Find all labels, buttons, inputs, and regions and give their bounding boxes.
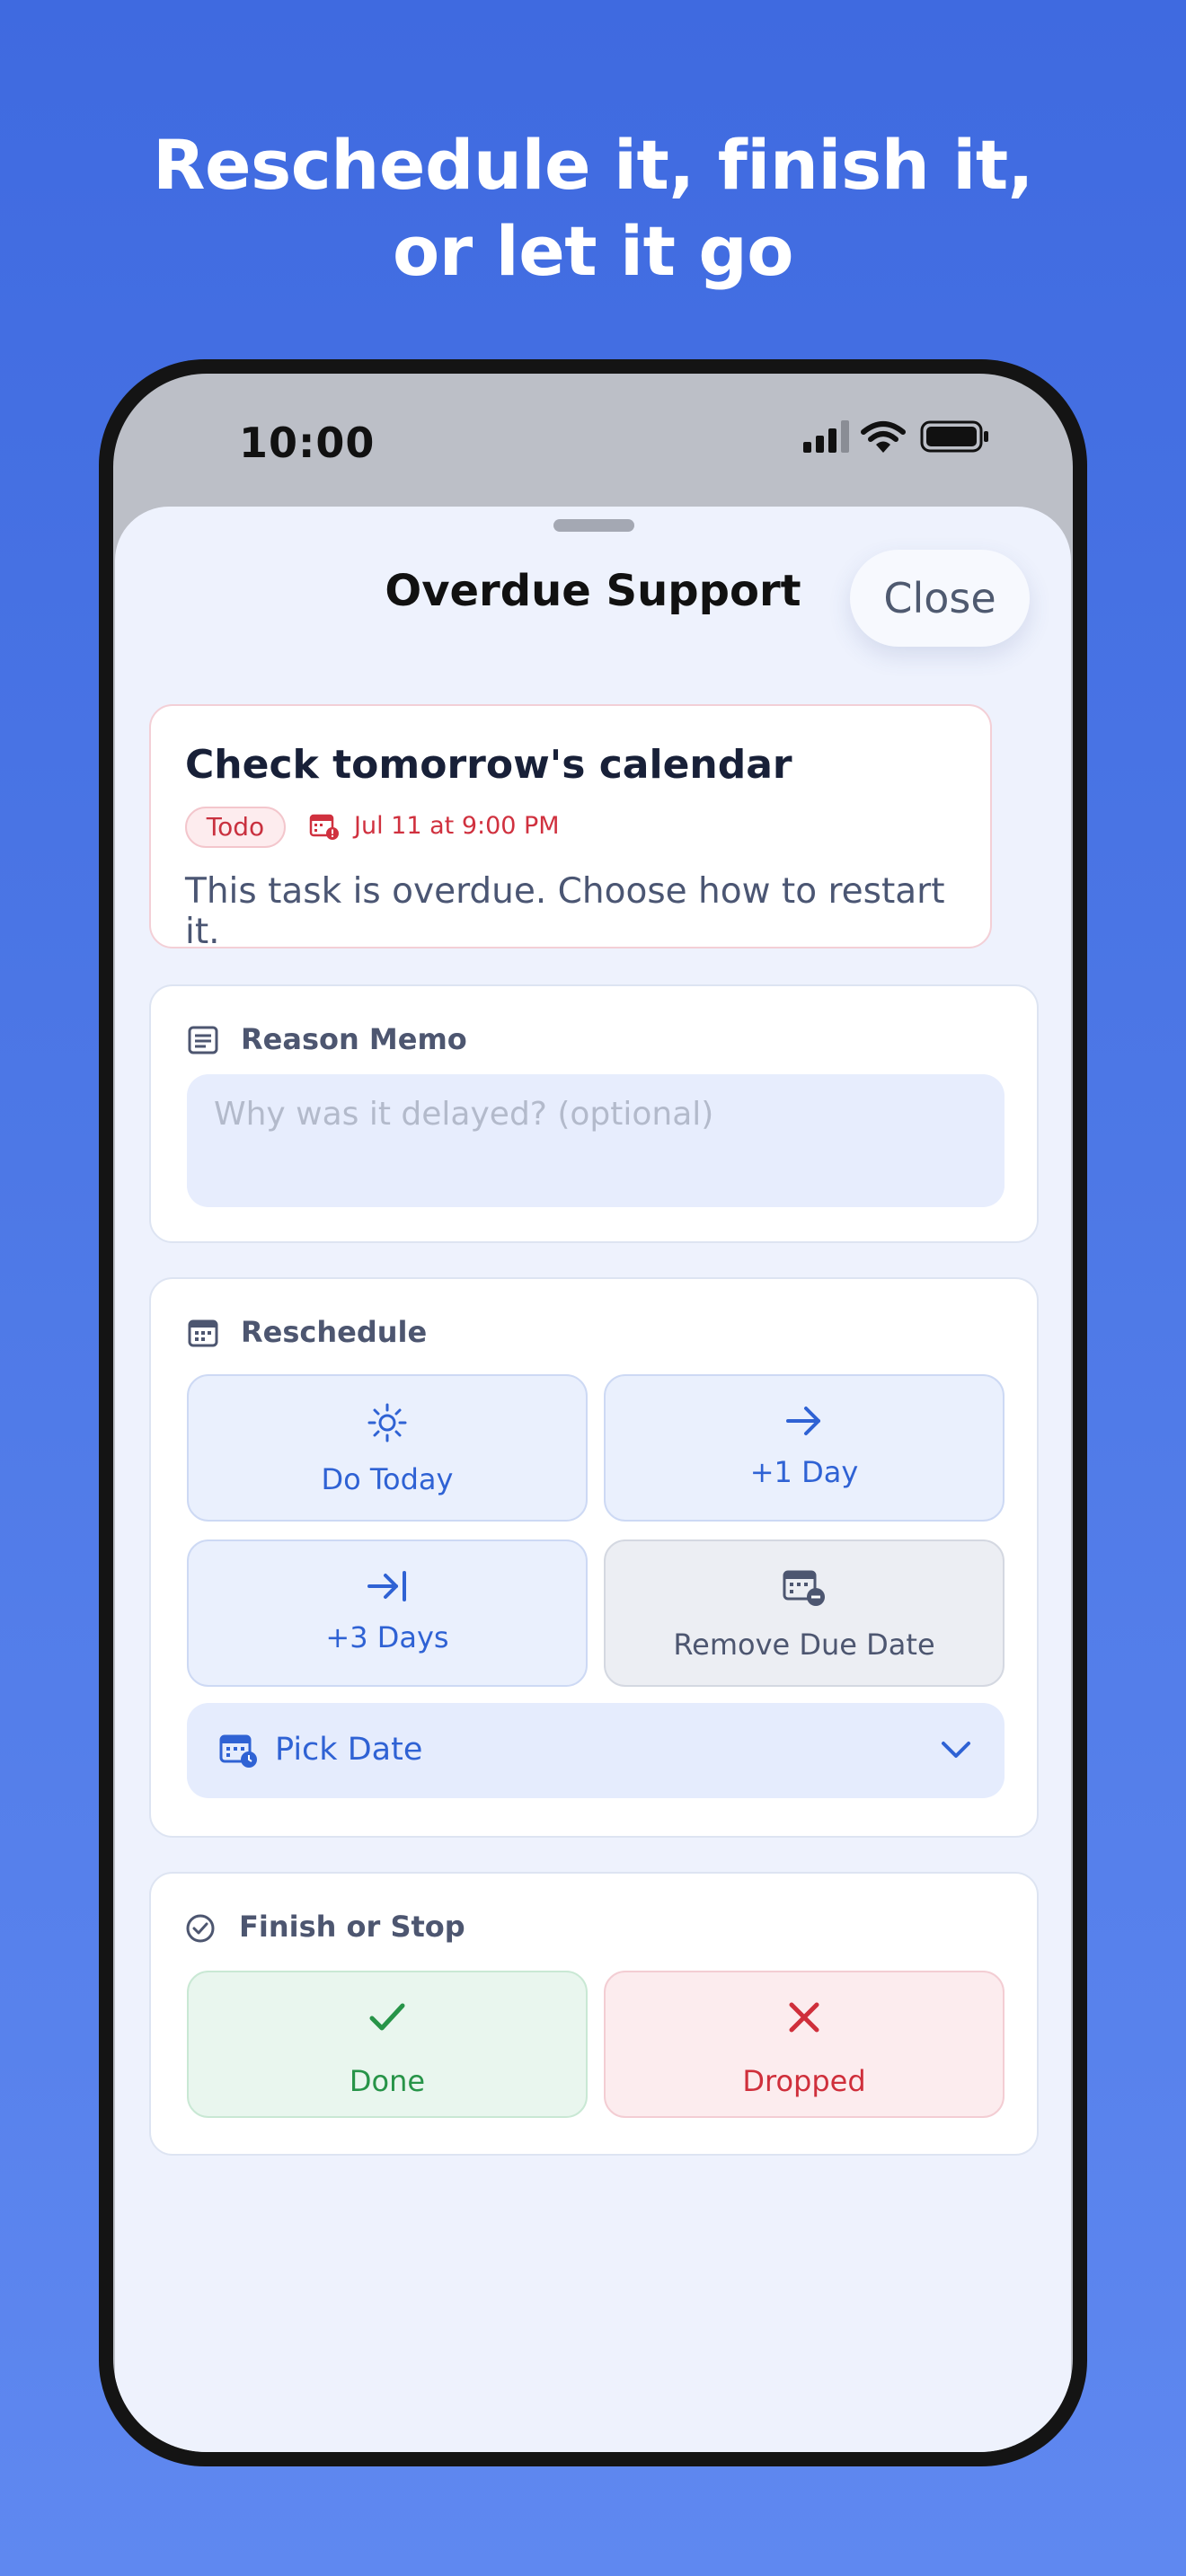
wifi-icon [861, 421, 906, 453]
reschedule-label: Reschedule [241, 1315, 428, 1349]
pick-date-dropdown[interactable]: Pick Date [187, 1703, 1005, 1798]
chevron-down-icon [942, 1742, 970, 1758]
x-mark-icon [789, 2002, 819, 2033]
do-today-button[interactable]: Do Today [187, 1374, 588, 1522]
arrow-right-icon [786, 1407, 820, 1435]
memo-icon [188, 1026, 218, 1054]
plus-one-day-label: +1 Day [749, 1455, 859, 1489]
pick-date-label: Pick Date [275, 1732, 423, 1768]
finish-label: Finish or Stop [239, 1910, 465, 1944]
do-today-label: Do Today [321, 1462, 454, 1496]
phone-screen: 10:00 Overdue Support Close Check tomorr… [113, 374, 1073, 2452]
reason-memo-input[interactable] [187, 1074, 1005, 1207]
status-time: 10:00 [239, 419, 376, 467]
task-card: Check tomorrow's calendar Todo Jul 11 at… [149, 704, 992, 952]
sun-icon [367, 1403, 407, 1442]
overdue-message: This task is overdue. Choose how to rest… [185, 871, 945, 952]
status-badge: Todo [185, 807, 286, 848]
finish-or-stop-card: Finish or Stop Done Dropped [149, 1872, 1039, 2156]
reason-memo-label: Reason Memo [241, 1022, 467, 1056]
calendar-icon [188, 1319, 218, 1347]
sheet-grabber[interactable] [553, 519, 634, 532]
calendar-alert-icon [309, 814, 339, 840]
reschedule-card: Reschedule Do Today +1 Day +3 Days Remov… [149, 1277, 1039, 1838]
plus-one-day-button[interactable]: +1 Day [604, 1374, 1005, 1522]
battery-icon [920, 420, 988, 453]
check-circle-icon [186, 1914, 215, 1943]
cellular-signal-icon [803, 420, 849, 453]
due-date-text: Jul 11 at 9:00 PM [354, 812, 560, 840]
remove-due-date-button[interactable]: Remove Due Date [604, 1539, 1005, 1687]
calendar-clock-icon [219, 1734, 257, 1768]
overdue-support-sheet: Overdue Support Close Check tomorrow's c… [115, 507, 1071, 2452]
dropped-label: Dropped [742, 2064, 866, 2098]
arrow-right-to-line-icon [367, 1571, 406, 1601]
plus-three-days-button[interactable]: +3 Days [187, 1539, 588, 1687]
close-button[interactable]: Close [850, 550, 1030, 647]
done-label: Done [349, 2064, 426, 2098]
calendar-minus-icon [783, 1570, 825, 1606]
task-title: Check tomorrow's calendar [185, 742, 792, 788]
done-button[interactable]: Done [187, 1971, 588, 2118]
remove-due-date-label: Remove Due Date [673, 1628, 935, 1662]
plus-three-days-label: +3 Days [325, 1620, 449, 1654]
headline-line-1: Reschedule it, finish it, [152, 125, 1034, 205]
checkmark-icon [369, 2003, 405, 2031]
reason-memo-card: Reason Memo [149, 984, 1039, 1243]
marketing-headline: Reschedule it, finish it, or let it go [0, 122, 1186, 295]
headline-line-2: or let it go [393, 211, 794, 291]
dropped-button[interactable]: Dropped [604, 1971, 1005, 2118]
